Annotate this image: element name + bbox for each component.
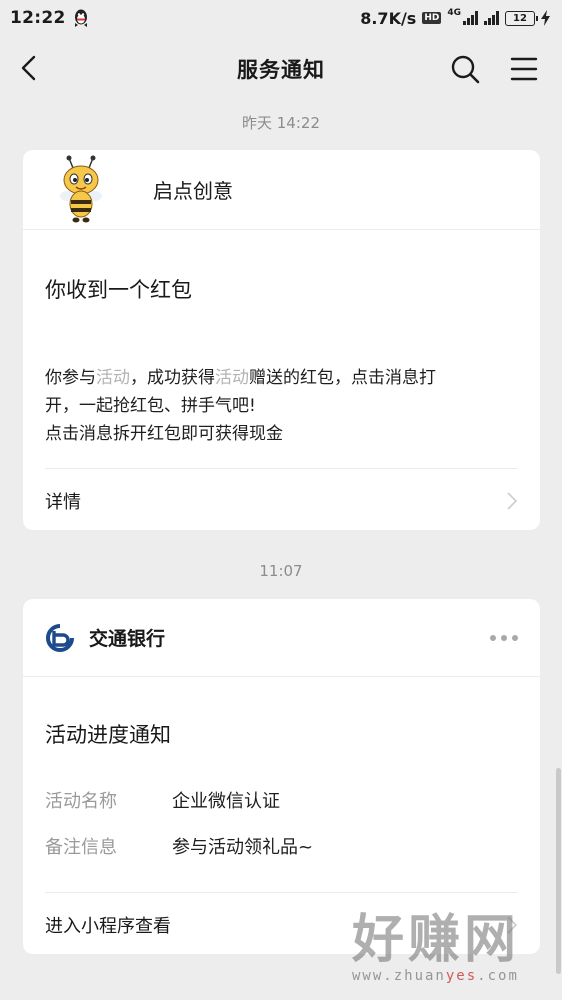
notification-card-qidian[interactable]: 启点创意 你收到一个红包 你参与活动，成功获得活动赠送的红包，点击消息打 开，一… [23, 150, 540, 530]
network-type: 4G [447, 8, 461, 18]
details-link[interactable]: 详情 [45, 468, 518, 530]
status-time: 12:22 [10, 8, 66, 28]
field-value: 企业微信认证 [172, 791, 280, 812]
timestamp: 11:07 [259, 562, 303, 580]
card-header: 启点创意 [23, 150, 540, 230]
open-miniprogram-label: 进入小程序查看 [45, 915, 171, 937]
menu-icon[interactable] [509, 54, 539, 84]
message-title: 活动进度通知 [45, 723, 171, 747]
watermark-url-part: www.zhuan [352, 968, 446, 984]
message-line-1: 你参与活动，成功获得活动赠送的红包，点击消息打 [45, 364, 518, 392]
field-key: 备注信息 [45, 837, 117, 858]
card-header: 交通银行 [23, 599, 540, 677]
notification-card-bocom[interactable]: 交通银行 活动进度通知 活动名称 企业微信认证 备注信息 参与活动领礼品~ 进入… [23, 599, 540, 954]
timestamp: 昨天 14:22 [242, 114, 320, 132]
body-text: ，成功获得 [130, 368, 215, 388]
field-list: 活动名称 企业微信认证 备注信息 参与活动领礼品~ [23, 777, 540, 869]
chevron-right-icon [507, 491, 518, 510]
scrollbar-thumb[interactable] [556, 768, 561, 974]
message-line-2: 开，一起抢红包、拼手气吧! [45, 396, 256, 416]
brand-name: 启点创意 [153, 179, 233, 203]
network-speed: 8.7K/s [360, 8, 417, 28]
signal-icon-2 [484, 11, 499, 25]
open-miniprogram-link[interactable]: 进入小程序查看 [45, 892, 518, 954]
watermark-url: www.zhuanyes.com [352, 968, 552, 984]
message-line-3: 点击消息拆开红包即可获得现金 [45, 424, 283, 444]
highlight-text: 活动 [96, 368, 130, 388]
bee-mascot-icon [60, 155, 102, 222]
field-row: 活动名称 企业微信认证 [23, 777, 540, 823]
signal-icon [463, 11, 478, 25]
chevron-left-icon[interactable] [16, 54, 44, 82]
bocom-logo-icon [46, 623, 74, 652]
qq-icon [74, 9, 87, 27]
field-value: 参与活动领礼品~ [172, 837, 314, 858]
status-bar: 12:22 8.7K/s HD 4G 12 [0, 0, 562, 36]
watermark-url-part: .com [477, 968, 519, 984]
highlight-text: 活动 [215, 368, 249, 388]
body-text: 你参与 [45, 368, 96, 388]
details-label: 详情 [45, 491, 81, 513]
chevron-right-icon [507, 915, 518, 934]
search-icon[interactable] [450, 54, 480, 84]
hd-badge: HD [422, 12, 442, 24]
field-row: 备注信息 参与活动领礼品~ [23, 823, 540, 869]
charging-icon [541, 10, 550, 26]
battery-level: 12 [513, 12, 527, 24]
nav-bar: 服务通知 [0, 36, 562, 102]
message-title: 你收到一个红包 [45, 278, 192, 302]
message-body: 你参与活动，成功获得活动赠送的红包，点击消息打 开，一起抢红包、拼手气吧! 点击… [23, 304, 540, 448]
more-options-icon[interactable] [490, 635, 518, 641]
body-text: 赠送的红包，点击消息打 [249, 368, 436, 388]
battery-icon: 12 [505, 10, 538, 26]
page-title: 服务通知 [237, 58, 325, 82]
field-key: 活动名称 [45, 791, 117, 812]
brand-name: 交通银行 [89, 628, 166, 650]
watermark-url-accent: yes [445, 968, 478, 984]
